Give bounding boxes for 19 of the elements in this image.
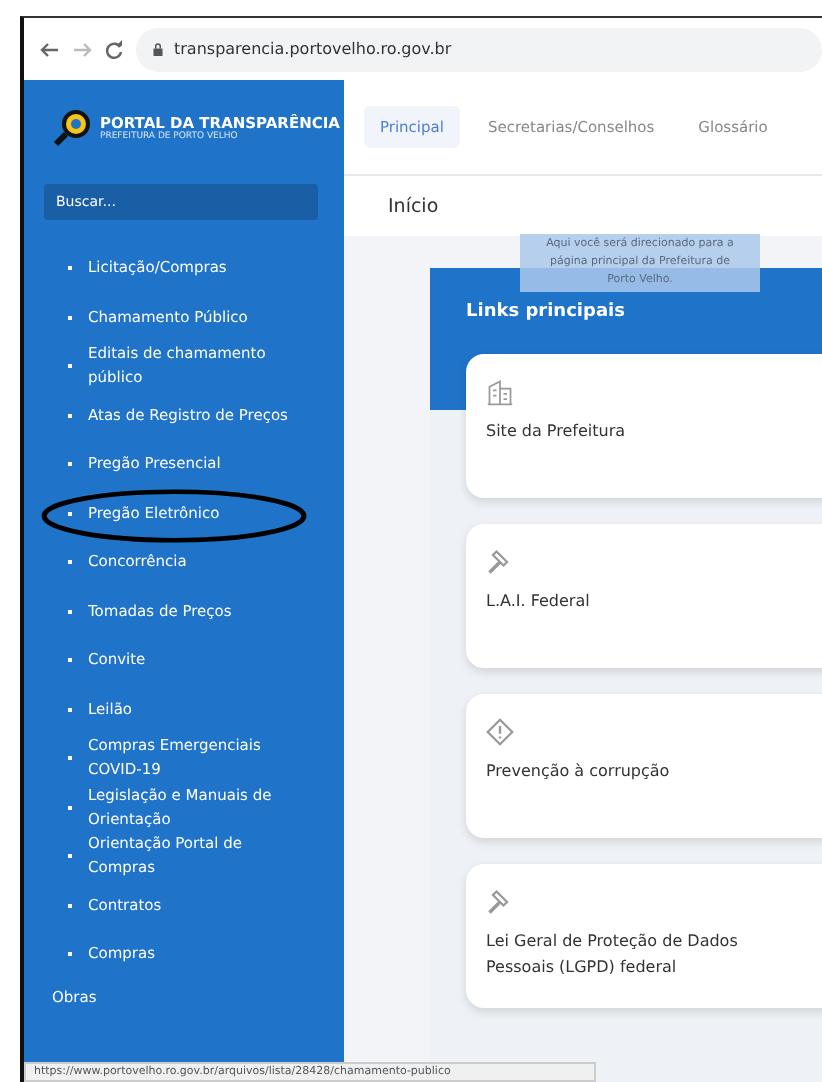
- building-icon: [486, 378, 514, 406]
- back-icon[interactable]: [40, 39, 60, 59]
- card-label: Prevenção à corrupção: [486, 760, 672, 784]
- card-label: Lei Geral de Proteção de Dados Pessoais (LGPD) federal: [486, 930, 740, 980]
- link-card[interactable]: Site da Prefeitura: [466, 354, 822, 498]
- gavel-icon: [486, 548, 514, 576]
- address-bar[interactable]: transparencia.portovelho.ro.gov.br: [136, 27, 822, 71]
- lock-icon: [152, 41, 164, 57]
- link-card[interactable]: L.A.I. Federal: [466, 524, 822, 668]
- link-card[interactable]: Prevenção à corrupção: [466, 694, 822, 838]
- reload-icon[interactable]: [104, 39, 124, 59]
- card-label: Site da Prefeitura: [486, 420, 628, 444]
- gavel-icon: [486, 888, 514, 916]
- page-title: Início: [388, 195, 439, 217]
- panel-title: Links principais: [466, 302, 625, 322]
- card-label: L.A.I. Federal: [486, 590, 592, 614]
- warning-icon: [486, 718, 514, 746]
- magnifier-logo-icon: [52, 108, 92, 148]
- link-card[interactable]: Lei Geral de Proteção de Dados Pessoais (LGPD) federal: [466, 864, 822, 1008]
